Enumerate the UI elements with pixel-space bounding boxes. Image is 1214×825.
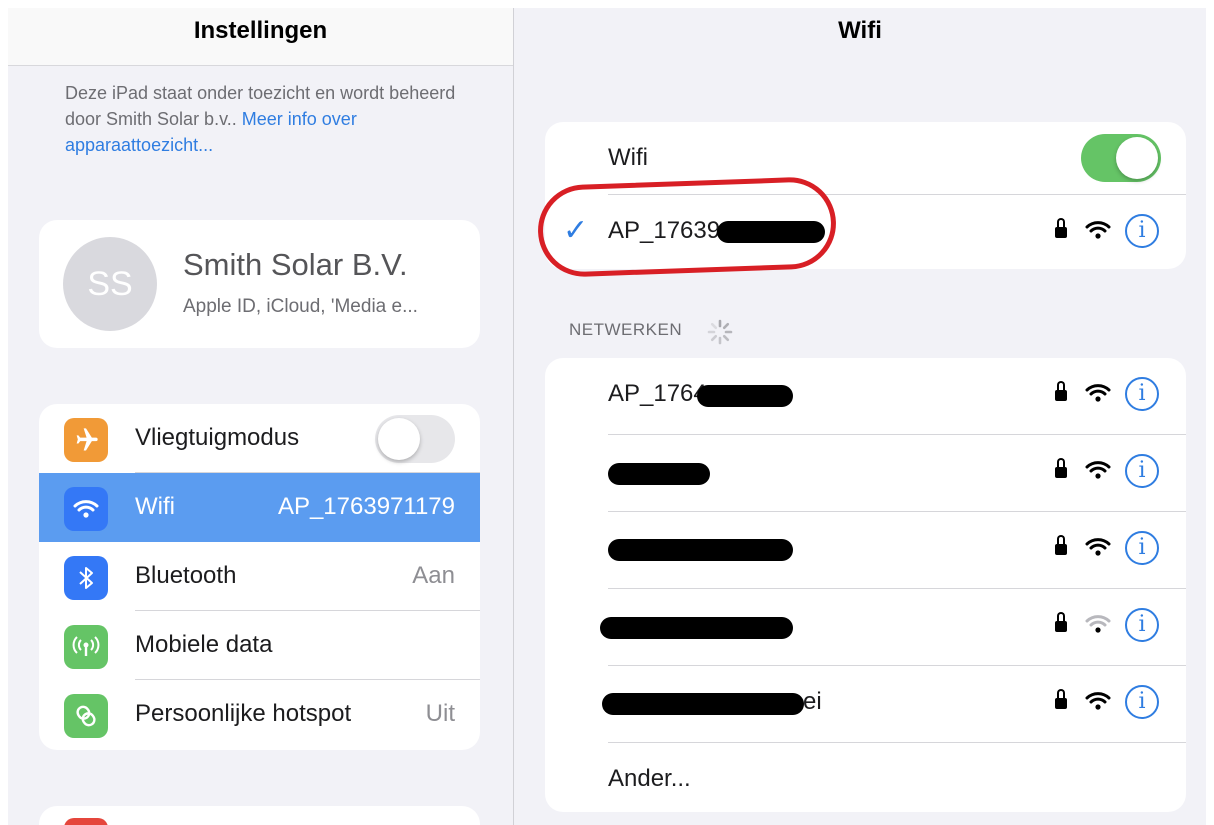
info-icon[interactable]: i (1125, 685, 1159, 719)
wifi-signal-weak-icon (1085, 615, 1111, 633)
sidebar-item-mobile-data[interactable]: Mobiele data (39, 611, 480, 680)
wifi-status-card: Wifi ✓ AP_17639 i (545, 122, 1186, 269)
redaction-mark (608, 539, 793, 561)
profile-subtitle: Apple ID, iCloud, 'Media e... (183, 296, 418, 317)
redaction-mark (602, 693, 804, 715)
wifi-signal-icon (1085, 384, 1111, 402)
sidebar-item-personal-hotspot[interactable]: Persoonlijke hotspot Uit (39, 680, 480, 749)
sidebar-item-label: Wifi (135, 493, 175, 520)
redaction-mark (608, 463, 710, 485)
checkmark-icon: ✓ (563, 214, 589, 247)
notifications-icon (64, 818, 108, 825)
wifi-signal-icon (1085, 221, 1111, 239)
profile-name: Smith Solar B.V. (183, 247, 408, 282)
loading-spinner-icon (707, 319, 733, 345)
sidebar-title: Instellingen (193, 17, 328, 44)
lock-icon (1055, 612, 1067, 632)
settings-list-next-section (39, 806, 480, 825)
wifi-signal-icon (1085, 461, 1111, 479)
info-icon[interactable]: i (1125, 377, 1159, 411)
settings-list: Vliegtuigmodus Wifi AP_1763971179 Blueto… (39, 404, 480, 750)
networks-list: AP_1764 i i i i ei i Ander... (545, 358, 1186, 812)
hotspot-icon (64, 694, 108, 738)
redaction-mark (697, 385, 793, 407)
wifi-toggle-label: Wifi (608, 144, 648, 171)
sidebar-item-label: Vliegtuigmodus (135, 424, 300, 451)
lock-icon (1055, 458, 1067, 478)
wifi-icon (64, 487, 108, 531)
avatar: SS (63, 237, 157, 331)
info-icon[interactable]: i (1125, 531, 1159, 565)
wifi-signal-icon (1085, 692, 1111, 710)
network-row[interactable]: i (545, 435, 1186, 512)
connected-network-row[interactable]: ✓ AP_17639 i (545, 195, 1186, 269)
network-row[interactable]: AP_1764 i (545, 358, 1186, 435)
sidebar-item-label: Bluetooth (135, 562, 237, 589)
network-row[interactable]: ei i (545, 666, 1186, 743)
wifi-signal-icon (1085, 538, 1111, 556)
network-name: AP_17639 (608, 217, 721, 244)
detail-header: Wifi (514, 8, 1206, 66)
wifi-toggle[interactable] (1081, 134, 1161, 182)
wifi-toggle-row: Wifi (545, 122, 1186, 195)
network-name: AP_1764 (608, 380, 707, 407)
wifi-detail-pane: Wifi Wifi ✓ AP_17639 i NETWERKEN AP_1764… (514, 8, 1206, 825)
lock-icon (1055, 535, 1067, 555)
airplane-icon (64, 418, 108, 462)
supervision-notice: Deze iPad staat onder toezicht en wordt … (65, 80, 465, 158)
redaction-mark (600, 617, 793, 639)
networks-section-header: NETWERKEN (569, 320, 683, 339)
sidebar-item-value: Uit (425, 700, 455, 727)
lock-icon (1055, 689, 1067, 709)
info-icon[interactable]: i (1125, 608, 1159, 642)
lock-icon (1055, 218, 1067, 238)
sidebar-item-label: Persoonlijke hotspot (135, 700, 352, 727)
antenna-icon (64, 625, 108, 669)
network-row[interactable]: i (545, 589, 1186, 666)
sidebar-item-bluetooth[interactable]: Bluetooth Aan (39, 542, 480, 611)
sidebar-item-value: Aan (412, 562, 455, 589)
other-network-row[interactable]: Ander... (545, 743, 1186, 812)
sidebar-header: Instellingen (8, 8, 513, 66)
airplane-mode-toggle[interactable] (375, 415, 455, 463)
sidebar-item-label: Mobiele data (135, 631, 273, 658)
redaction-mark (717, 221, 825, 243)
sidebar-item-airplane-mode[interactable]: Vliegtuigmodus (39, 404, 480, 473)
settings-sidebar: Instellingen Deze iPad staat onder toezi… (8, 8, 513, 825)
network-name: ei (803, 688, 822, 715)
sidebar-item-value: AP_1763971179 (277, 493, 455, 520)
page-title: Wifi (838, 17, 882, 44)
info-icon[interactable]: i (1125, 454, 1159, 488)
apple-id-profile-card[interactable]: SS Smith Solar B.V. Apple ID, iCloud, 'M… (39, 220, 480, 348)
bluetooth-icon (64, 556, 108, 600)
lock-icon (1055, 381, 1067, 401)
sidebar-item-wifi[interactable]: Wifi AP_1763971179 (39, 473, 480, 542)
info-icon[interactable]: i (1125, 214, 1159, 248)
other-network-label: Ander... (608, 765, 691, 792)
network-row[interactable]: i (545, 512, 1186, 589)
